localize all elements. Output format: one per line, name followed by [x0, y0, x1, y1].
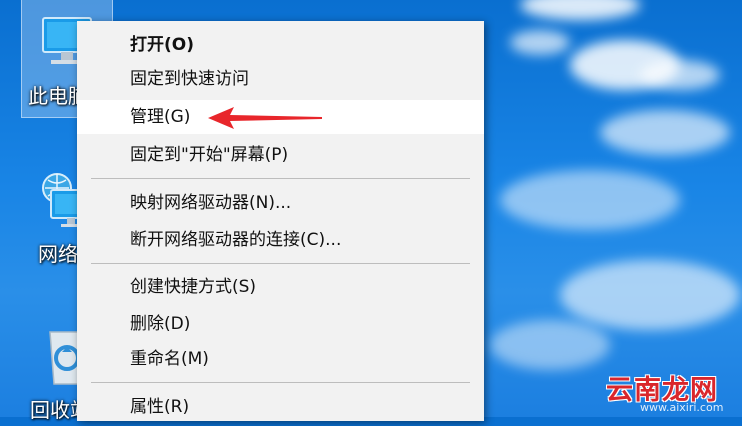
menu-item-properties[interactable]: 属性(R) [77, 390, 484, 424]
cloud-shape [500, 170, 680, 230]
cloud-shape [520, 0, 640, 20]
menu-item-label: 管理(G) [130, 107, 191, 127]
context-menu: 打开(O) 固定到快速访问 管理(G) 固定到"开始"屏幕(P) 映射网络驱动器… [77, 21, 484, 421]
menu-item-disconnect-network-drive[interactable]: 断开网络驱动器的连接(C)... [77, 223, 484, 257]
menu-item-map-network-drive[interactable]: 映射网络驱动器(N)... [77, 186, 484, 220]
menu-separator [91, 178, 470, 179]
watermark-url: www.aixiri.com [640, 401, 724, 414]
menu-item-label: 断开网络驱动器的连接(C)... [130, 230, 342, 250]
menu-item-open[interactable]: 打开(O) [77, 28, 484, 62]
cloud-shape [490, 320, 610, 370]
menu-separator [91, 382, 470, 383]
menu-item-label: 映射网络驱动器(N)... [130, 193, 292, 213]
menu-item-rename[interactable]: 重命名(M) [77, 342, 484, 376]
cloud-shape [640, 60, 720, 90]
menu-item-label: 打开(O) [130, 35, 194, 55]
menu-item-label: 属性(R) [130, 397, 190, 417]
menu-item-create-shortcut[interactable]: 创建快捷方式(S) [77, 270, 484, 304]
menu-item-label: 创建快捷方式(S) [130, 277, 257, 297]
menu-item-pin-start[interactable]: 固定到"开始"屏幕(P) [77, 138, 484, 172]
menu-item-label: 重命名(M) [130, 349, 209, 369]
menu-item-pin-quick-access[interactable]: 固定到快速访问 [77, 62, 484, 96]
cloud-shape [560, 260, 740, 330]
menu-item-label: 固定到快速访问 [130, 69, 249, 89]
menu-item-label: 固定到"开始"屏幕(P) [130, 145, 289, 165]
red-arrow-icon [208, 107, 322, 129]
cloud-shape [600, 110, 730, 155]
menu-item-label: 删除(D) [130, 314, 191, 334]
menu-separator [91, 263, 470, 264]
menu-item-delete[interactable]: 删除(D) [77, 307, 484, 341]
cloud-shape [510, 30, 570, 55]
